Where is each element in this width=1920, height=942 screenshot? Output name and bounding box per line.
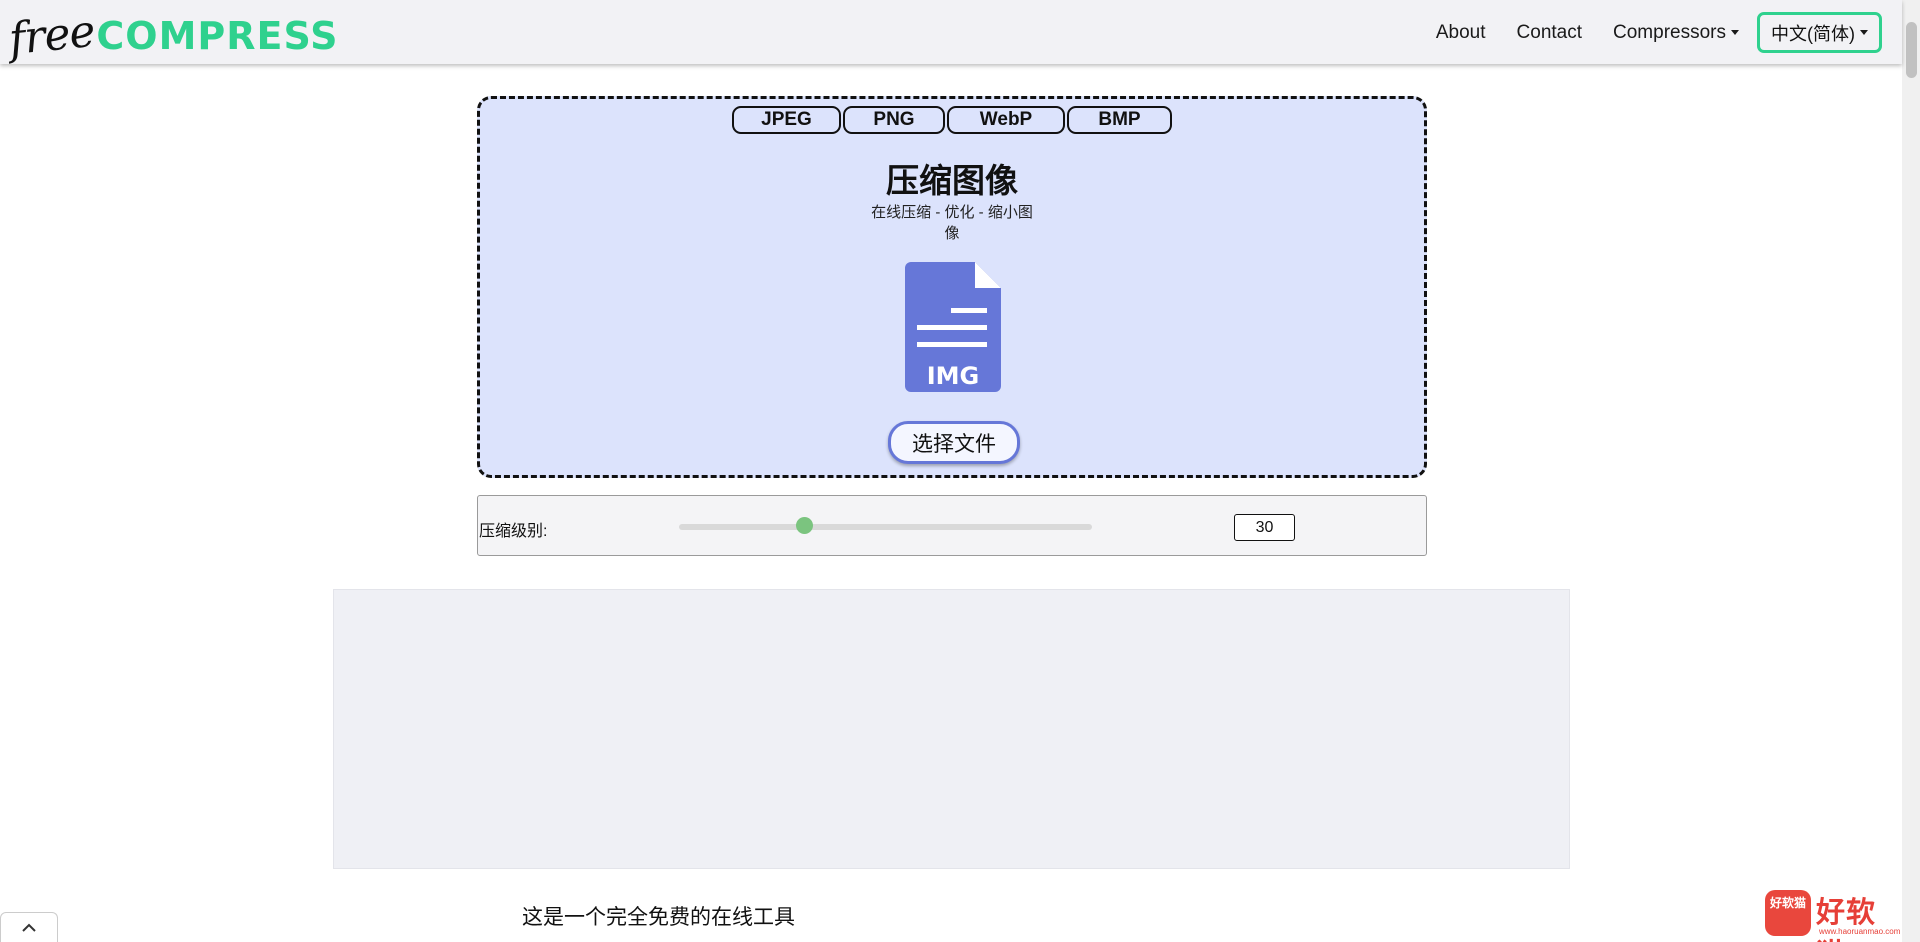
caret-down-icon [1860,30,1868,35]
caret-down-icon [1731,30,1739,35]
site-logo[interactable]: free COMPRESS [7,6,339,66]
image-file-icon: IMG [905,262,1001,392]
compression-level-panel: 压缩级别: 30 [477,495,1427,556]
format-tab-webp[interactable]: WebP [947,106,1065,134]
logo-free-text: free [6,5,97,66]
format-tab-png[interactable]: PNG [843,106,945,134]
nav-about-link[interactable]: About [1436,22,1486,44]
language-label: 中文(简体) [1771,23,1855,44]
upload-title: 压缩图像 [886,162,1018,199]
ad-placeholder [333,589,1570,869]
chevron-up-icon [22,923,36,932]
icon-img-label: IMG [927,362,980,390]
nav-compressors-label: Compressors [1613,21,1726,43]
watermark-logo: 好软猫 好软猫 www.haoruanmao.com [1765,889,1905,942]
compression-slider-track[interactable] [679,524,1092,530]
nav-contact-link[interactable]: Contact [1517,22,1582,44]
logo-compress-text: COMPRESS [96,14,339,58]
choose-file-button[interactable]: 选择文件 [888,421,1020,464]
format-tab-jpeg[interactable]: JPEG [732,106,841,134]
page: free COMPRESS About Contact Compressors … [0,0,1920,942]
format-tab-bmp[interactable]: BMP [1067,106,1172,134]
scrollbar-thumb[interactable] [1906,22,1917,78]
language-selector[interactable]: 中文(简体) [1757,12,1882,53]
navbar: free COMPRESS About Contact Compressors … [0,0,1902,66]
page-scrollbar[interactable] [1902,0,1920,942]
upload-subtitle: 在线压缩 - 优化 - 缩小图像 [871,204,1033,242]
compression-slider-thumb[interactable] [796,517,813,534]
upload-dropzone[interactable]: JPEG PNG WebP BMP 压缩图像 在线压缩 - 优化 - 缩小图像 … [477,96,1427,478]
watermark-url: www.haoruanmao.com [1819,927,1901,936]
nav-compressors-dropdown[interactable]: Compressors [1613,22,1739,44]
compression-level-input[interactable]: 30 [1234,514,1295,541]
intro-text: 这是一个完全免费的在线工具 [522,906,795,929]
format-tabs: JPEG PNG WebP BMP [480,106,1424,134]
nav-links: About Contact Compressors 中文(简体) [1405,12,1882,53]
back-to-top-button[interactable] [0,912,58,942]
compression-level-label: 压缩级别: [479,523,548,540]
watermark-badge: 好软猫 [1765,890,1811,936]
